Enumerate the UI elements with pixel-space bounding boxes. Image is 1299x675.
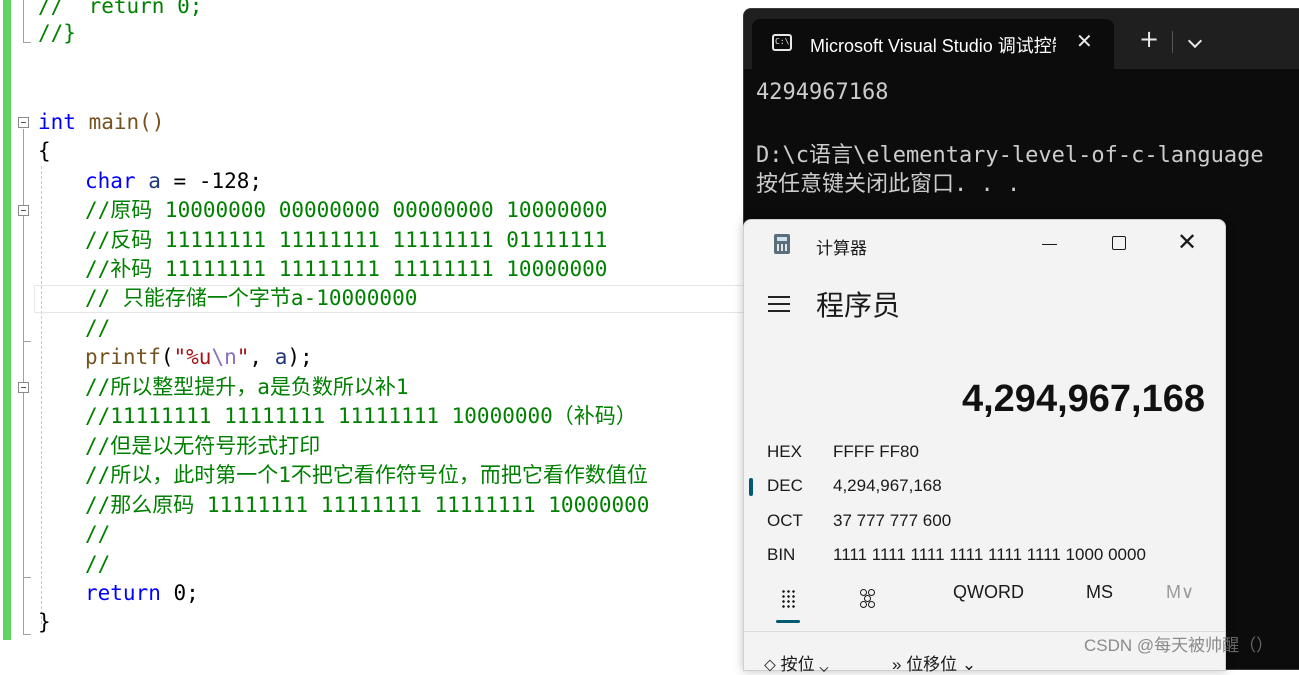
tab-divider — [1172, 31, 1173, 53]
code-line[interactable]: { — [38, 137, 51, 166]
new-tab-icon[interactable]: + — [1139, 27, 1159, 51]
terminal-output-line: 按任意键关闭此窗口. . . — [756, 172, 1021, 197]
code-line[interactable]: // return 0; — [38, 0, 202, 21]
fold-guide-end — [23, 42, 31, 43]
fold-guide-end — [23, 577, 31, 578]
code-line[interactable]: //} — [38, 19, 76, 48]
close-tab-icon[interactable]: ✕ — [1076, 29, 1093, 53]
radix-label: OCT — [767, 511, 803, 530]
radix-value: 37 777 777 600 — [833, 511, 952, 530]
bit-toggle-keypad-icon[interactable] — [860, 589, 876, 609]
radix-row-hex[interactable]: HEX FFFF FF80 — [744, 437, 1225, 467]
terminal-tab-bar: C:\ Microsoft Visual Studio 调试控制台 ✕ + — [744, 9, 1299, 69]
calculator-mode-title: 程序员 — [816, 290, 901, 321]
radix-row-dec[interactable]: DEC 4,294,967,168 — [744, 471, 1225, 501]
radix-label: DEC — [767, 476, 803, 495]
fold-collapse-comment-1[interactable] — [18, 205, 29, 216]
menu-icon[interactable] — [768, 296, 790, 312]
close-icon[interactable]: ✕ — [1177, 228, 1197, 256]
terminal-output-line: 4294967168 — [756, 80, 889, 105]
terminal-output-line: D:\c语言\elementary-level-of-c-language — [756, 143, 1264, 168]
maximize-icon[interactable] — [1112, 236, 1126, 250]
calculator-icon — [774, 234, 790, 254]
result-display: 4,294,967,168 — [961, 378, 1205, 420]
chevron-down-icon[interactable] — [1187, 33, 1203, 49]
indent-guide — [41, 166, 42, 624]
fold-guide-end — [23, 341, 31, 342]
code-line-current[interactable]: // 只能存储一个字节a-10000000 — [85, 284, 417, 313]
change-tracking-bar — [3, 0, 11, 640]
code-line[interactable]: // — [85, 520, 110, 549]
bitwise-label: 按位 — [780, 655, 815, 674]
radix-row-bin[interactable]: BIN 1111 1111 1111 1111 1111 1111 1000 0… — [744, 540, 1225, 570]
full-keypad-icon[interactable] — [781, 589, 797, 609]
radix-value: 1111 1111 1111 1111 1111 1111 1000 0000 — [833, 545, 1146, 564]
code-line[interactable]: //那么原码 11111111 11111111 11111111 100000… — [85, 491, 649, 520]
radix-label: BIN — [767, 545, 796, 564]
terminal-icon: C:\ — [772, 34, 792, 51]
window-title: 计算器 — [816, 239, 867, 258]
active-keypad-indicator — [776, 620, 800, 623]
fold-guide-end — [23, 634, 31, 635]
radix-value: 4,294,967,168 — [833, 476, 942, 495]
memory-list-button[interactable]: M∨ — [1166, 582, 1194, 603]
radix-label: HEX — [767, 442, 802, 461]
active-radix-indicator — [749, 478, 753, 496]
code-line[interactable]: char a = -128; — [85, 167, 262, 196]
code-line[interactable]: //所以整型提升，a是负数所以补1 — [85, 373, 409, 402]
code-line[interactable]: //反码 11111111 11111111 11111111 01111111 — [85, 226, 607, 255]
fold-guide — [23, 0, 24, 42]
code-line[interactable]: //11111111 11111111 11111111 10000000（补码… — [85, 402, 637, 431]
code-line[interactable]: //原码 10000000 00000000 00000000 10000000 — [85, 196, 607, 225]
code-line[interactable]: // — [85, 314, 110, 343]
terminal-tab[interactable]: C:\ Microsoft Visual Studio 调试控制台 ✕ — [752, 19, 1114, 69]
code-line[interactable]: // — [85, 550, 110, 579]
code-line[interactable]: //补码 11111111 11111111 11111111 10000000 — [85, 255, 607, 284]
code-line[interactable]: } — [38, 608, 51, 637]
code-line[interactable]: return 0; — [85, 579, 199, 608]
memory-store-button[interactable]: MS — [1086, 582, 1113, 603]
radix-row-oct[interactable]: OCT 37 777 777 600 — [744, 506, 1225, 536]
code-line-main-signature[interactable]: int main() — [38, 108, 164, 137]
minimize-icon[interactable] — [1042, 244, 1057, 245]
terminal-tab-title: Microsoft Visual Studio 调试控制台 — [810, 36, 1056, 56]
word-size-button[interactable]: QWORD — [953, 582, 1024, 603]
watermark: CSDN @每天被帅醒（） — [1084, 636, 1274, 655]
calculator-window[interactable]: 计算器 ✕ 程序员 4,294,967,168 HEX FFFF FF80 DE… — [743, 219, 1226, 674]
code-line[interactable]: //所以，此时第一个1不把它看作符号位，而把它看作数值位 — [85, 461, 648, 490]
fold-collapse-comment-2[interactable] — [18, 382, 29, 393]
code-line[interactable]: //但是以无符号形式打印 — [85, 432, 320, 461]
code-line[interactable]: printf("%u\n", a); — [85, 343, 313, 372]
fold-collapse-main[interactable] — [18, 117, 29, 128]
bit-shift-label: 位移位 — [906, 655, 958, 674]
radix-value: FFFF FF80 — [833, 442, 919, 461]
